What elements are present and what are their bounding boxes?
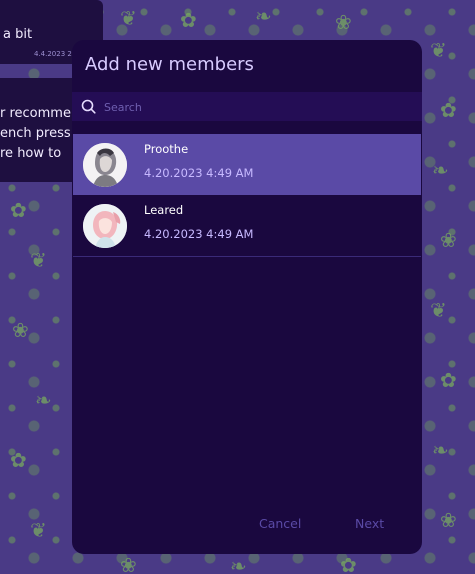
- flower-pattern-icon: ✿: [180, 8, 197, 32]
- leaf-pattern-icon: ❦: [30, 518, 47, 542]
- flower-pattern-icon: ❀: [440, 508, 457, 532]
- message-timestamp: 4.4.2023 2: [34, 50, 72, 58]
- leaf-pattern-icon: ❦: [430, 298, 447, 322]
- avatar: [83, 204, 127, 248]
- leaf-pattern-icon: ❧: [432, 158, 449, 182]
- message-text-line: re how to: [0, 146, 62, 161]
- message-text-line: ench press.: [0, 126, 75, 141]
- member-last-seen: 4.20.2023 4:49 AM: [144, 227, 254, 241]
- leaf-pattern-icon: ❧: [255, 4, 272, 28]
- leaf-pattern-icon: ❦: [120, 6, 137, 30]
- member-name: Leared: [144, 203, 184, 217]
- search-bar: [72, 92, 422, 121]
- dialog-title: Add new members: [85, 54, 254, 75]
- flower-pattern-icon: ❀: [120, 553, 137, 574]
- search-input[interactable]: [102, 95, 406, 119]
- member-last-seen: 4.20.2023 4:49 AM: [144, 166, 254, 180]
- flower-pattern-icon: ❀: [335, 10, 352, 34]
- message-text: a bit: [3, 27, 33, 42]
- leaf-pattern-icon: ❧: [432, 438, 449, 462]
- leaf-pattern-icon: ❧: [230, 554, 247, 574]
- list-divider: [73, 256, 421, 257]
- flower-pattern-icon: ✿: [440, 98, 457, 122]
- member-row-proothe[interactable]: Proothe 4.20.2023 4:49 AM: [73, 134, 421, 195]
- cancel-button[interactable]: Cancel: [259, 516, 301, 531]
- flower-pattern-icon: ❀: [12, 318, 29, 342]
- search-icon: [81, 99, 96, 118]
- flower-pattern-icon: ✿: [10, 198, 27, 222]
- leaf-pattern-icon: ❦: [430, 38, 447, 62]
- leaf-pattern-icon: ❦: [30, 248, 47, 272]
- add-members-dialog: Add new members Proothe 4.20.2023 4:49 A…: [72, 40, 422, 554]
- flower-pattern-icon: ✿: [10, 448, 27, 472]
- flower-pattern-icon: ✿: [340, 553, 357, 574]
- flower-pattern-icon: ❀: [440, 228, 457, 252]
- flower-pattern-icon: ✿: [440, 368, 457, 392]
- member-name: Proothe: [144, 142, 189, 156]
- next-button[interactable]: Next: [355, 516, 384, 531]
- avatar: [83, 143, 127, 187]
- leaf-pattern-icon: ❧: [35, 388, 52, 412]
- member-row-leared[interactable]: Leared 4.20.2023 4:49 AM: [73, 195, 421, 256]
